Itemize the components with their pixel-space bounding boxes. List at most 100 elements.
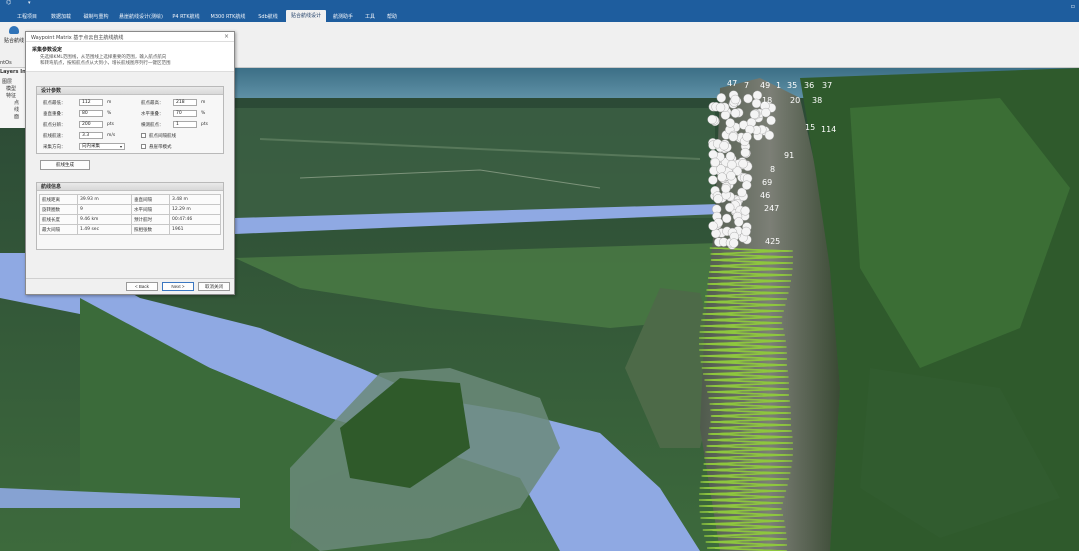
tab-reconstruct[interactable]: 磁制与重构 xyxy=(78,12,114,22)
waypoint-marker[interactable] xyxy=(713,194,723,204)
tab-data-load[interactable]: 数据加载 xyxy=(44,12,78,22)
table-cell: 航线距离 xyxy=(39,194,78,205)
field-label: 采集方向： xyxy=(43,145,66,150)
field-label: 航点最低： xyxy=(43,101,66,106)
waypoint-marker[interactable] xyxy=(725,202,735,213)
waypoint-marker[interactable] xyxy=(725,151,736,162)
waypoint-marker[interactable] xyxy=(743,93,753,104)
checkbox-label: 悬崖带模式 xyxy=(149,145,172,150)
info-group: 航线信息 航线距离 39.93 m 垂直间隔 3.48 m 旋转圈数 9 水平间… xyxy=(36,182,224,250)
params-group: 设计参数 航点最低： 112 m 航点最高： 218 m 垂直重叠： 80 % … xyxy=(36,86,224,154)
waypoint-marker[interactable] xyxy=(715,102,726,113)
waypoint-marker[interactable] xyxy=(720,110,731,120)
table-row: 航线长度 9.46 km 预计航时 00:47:46 xyxy=(39,214,221,225)
tab-tools[interactable]: 工具 xyxy=(360,12,380,22)
waypoint-marker[interactable] xyxy=(738,158,748,169)
lateral-waypoint-input[interactable]: 1 xyxy=(173,121,197,128)
vertical-overlap-input[interactable]: 80 xyxy=(79,110,103,117)
waypoint-marker[interactable] xyxy=(751,98,762,109)
tree-item[interactable]: 特征 xyxy=(6,92,16,99)
field-unit: % xyxy=(201,111,206,116)
table-cell: 垂直间隔 xyxy=(131,194,170,205)
waypoint-label: 49 xyxy=(760,81,770,90)
table-cell: 3.48 m xyxy=(169,194,221,205)
max-altitude-input[interactable]: 218 xyxy=(173,99,197,106)
close-icon[interactable]: × xyxy=(224,33,229,40)
tab-help[interactable]: 帮助 xyxy=(382,12,402,22)
waypoint-marker[interactable] xyxy=(740,147,750,158)
field-unit: % xyxy=(107,111,112,116)
table-cell: 9 xyxy=(77,204,132,215)
cliff-mode-checkbox[interactable] xyxy=(141,144,146,149)
tree-item[interactable]: 面 xyxy=(14,113,19,120)
dialog-header: 采集参数设定 先选择KML范围线，从范围线上选择重要的范围，输入航点航向 和转弯… xyxy=(26,42,234,72)
quick-access-icon[interactable]: ⌬ xyxy=(6,0,18,6)
waypoint-label: 114 xyxy=(821,125,836,134)
waypoint-marker[interactable] xyxy=(761,107,771,118)
waypoint-marker[interactable] xyxy=(708,175,718,185)
waypoint-marker[interactable] xyxy=(710,157,720,168)
tab-fit-route[interactable]: 贴合航线设计 xyxy=(286,10,326,22)
field-label: 航点分辨： xyxy=(43,123,66,128)
waypoint-marker[interactable] xyxy=(722,213,732,224)
next-button[interactable]: Next > xyxy=(162,282,194,291)
tab-m300-rtk[interactable]: M300 RTK航线 xyxy=(206,12,250,22)
tree-item[interactable]: 点 xyxy=(14,99,19,106)
waypoint-marker[interactable] xyxy=(742,132,752,142)
waypoint-marker[interactable] xyxy=(716,93,726,103)
tree-item[interactable]: 模型 xyxy=(6,85,16,92)
waypoint-marker[interactable] xyxy=(741,226,751,237)
horizontal-overlap-input[interactable]: 70 xyxy=(173,110,197,117)
flight-speed-input[interactable]: 3.3 xyxy=(79,132,103,139)
quick-access-dropdown-icon[interactable]: ▾ xyxy=(28,0,31,6)
waypoint-marker[interactable] xyxy=(730,108,741,118)
waypoint-marker[interactable] xyxy=(726,170,736,181)
waypoint-label: 36 xyxy=(804,81,814,90)
waypoint-marker[interactable] xyxy=(764,130,775,141)
min-altitude-input[interactable]: 112 xyxy=(79,99,103,106)
tab-p4-rtk[interactable]: P4 RTK航线 xyxy=(168,12,204,22)
tab-sdb[interactable]: Sdb航线 xyxy=(250,12,286,22)
waypoint-marker[interactable] xyxy=(729,238,739,248)
waypoint-marker[interactable] xyxy=(742,180,752,190)
cancel-button[interactable]: 取消关闭 xyxy=(198,282,230,291)
waypoint-marker[interactable] xyxy=(749,109,760,120)
direction-select[interactable]: 向内采集 ▾ xyxy=(79,143,125,150)
waypoint-interval-checkbox[interactable] xyxy=(141,133,146,138)
waypoint-label: 7 xyxy=(744,81,749,90)
fit-route-button[interactable]: 贴合航线 xyxy=(0,26,28,52)
tab-project[interactable]: 工程项目 xyxy=(10,12,44,22)
waypoint-resolution-input[interactable]: 200 xyxy=(79,121,103,128)
waypoint-marker[interactable] xyxy=(766,115,776,126)
close-window-icon[interactable]: ▫ xyxy=(1071,3,1075,10)
waypoint-label: 20 xyxy=(790,96,800,105)
waypoint-marker[interactable] xyxy=(708,221,718,231)
waypoint-marker[interactable] xyxy=(740,206,750,216)
tree-item[interactable]: 线 xyxy=(14,106,19,113)
tab-cliff-route[interactable]: 悬崖航线设计(测绘) xyxy=(114,12,168,22)
tree-item[interactable]: 图层 xyxy=(2,78,12,85)
waypoint-marker[interactable] xyxy=(717,172,727,182)
cloud-icon xyxy=(9,26,19,34)
waypoint-marker[interactable] xyxy=(708,149,718,160)
waypoint-marker[interactable] xyxy=(707,114,717,125)
table-cell: 航线长度 xyxy=(39,214,78,225)
generate-route-button[interactable]: 航线生成 xyxy=(40,160,90,170)
waypoint-marker[interactable] xyxy=(721,183,731,194)
tab-survey-helper[interactable]: 航测助手 xyxy=(328,12,358,22)
waypoint-marker[interactable] xyxy=(719,140,729,151)
waypoint-label: 247 xyxy=(764,204,779,213)
waypoint-marker[interactable] xyxy=(727,159,737,170)
waypoint-marker[interactable] xyxy=(730,94,740,105)
table-cell: 预计航时 xyxy=(131,214,170,225)
waypoint-marker[interactable] xyxy=(734,217,744,227)
layers-pane: ntOs Layers Info 图层 模型 特征 点 线 面 xyxy=(0,60,31,128)
waypoint-marker[interactable] xyxy=(752,90,763,100)
waypoint-marker[interactable] xyxy=(728,132,738,142)
waypoint-label: 37 xyxy=(822,81,832,90)
params-group-header: 设计参数 xyxy=(37,87,223,95)
back-button[interactable]: < Back xyxy=(126,282,158,291)
field-unit: m xyxy=(201,100,206,105)
dialog-titlebar[interactable]: Waypoint Matrix 基于点云自主航线航线 × xyxy=(26,32,234,42)
waypoint-marker[interactable] xyxy=(725,118,735,128)
